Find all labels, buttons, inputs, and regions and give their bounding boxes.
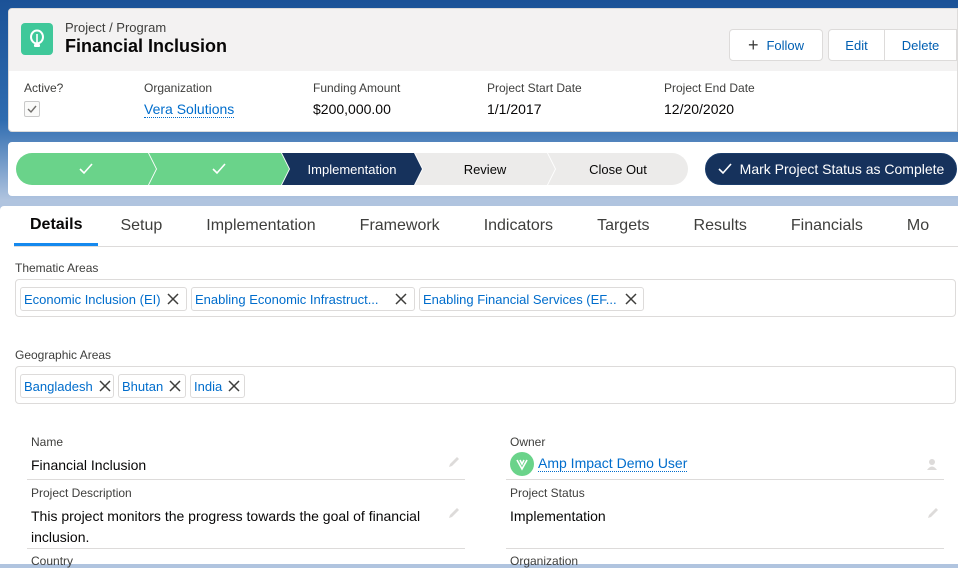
field-divider (27, 479, 465, 480)
highlight-organization: Organization Vera Solutions (144, 81, 235, 118)
active-label: Active? (24, 81, 64, 95)
funding-value: $200,000.00 (313, 101, 391, 117)
plus-icon: + (747, 35, 759, 55)
follow-button[interactable]: + Follow (729, 29, 823, 61)
breadcrumb: Project / Program (65, 20, 167, 35)
pencil-icon[interactable] (447, 506, 461, 525)
geographic-pill[interactable]: Bangladesh (20, 374, 114, 398)
pencil-icon[interactable] (926, 506, 940, 525)
thematic-pill[interactable]: Enabling Economic Infrastruct... (191, 287, 415, 311)
pill-label: Enabling Economic Infrastruct... (195, 291, 379, 307)
owner-link[interactable]: Amp Impact Demo User (538, 454, 688, 472)
geographic-pill[interactable]: Bhutan (118, 374, 186, 398)
owner-field: Owner Amp Impact Demo User (506, 435, 944, 480)
project-description-field: Project Description This project monitor… (27, 486, 465, 549)
active-checkbox (24, 101, 40, 117)
page-title: Financial Inclusion (65, 36, 228, 56)
tab-targets[interactable]: Targets (575, 206, 671, 246)
tab-more[interactable]: Mo (885, 206, 951, 246)
edit-button[interactable]: Edit (828, 29, 885, 61)
end-date-label: Project End Date (664, 81, 755, 95)
remove-icon[interactable] (167, 293, 179, 305)
country-field: Country (31, 554, 465, 568)
path-stage-2[interactable] (149, 153, 289, 185)
highlight-start-date: Project Start Date 1/1/2017 (487, 81, 582, 117)
tab-financials[interactable]: Financials (769, 206, 885, 246)
highlight-end-date: Project End Date 12/20/2020 (664, 81, 755, 117)
highlight-active: Active? (24, 81, 63, 117)
check-icon (718, 163, 732, 175)
pill-label: Bhutan (122, 378, 164, 394)
geographic-pill[interactable]: India (190, 374, 245, 398)
tab-setup[interactable]: Setup (98, 206, 184, 246)
pill-label: India (194, 378, 223, 394)
check-icon (79, 163, 93, 175)
path-stage-review[interactable]: Review (415, 153, 555, 185)
country-label: Country (31, 554, 74, 568)
path-stage-1[interactable] (16, 153, 156, 185)
project-description-value: This project monitors the progress towar… (31, 508, 421, 545)
name-value: Financial Inclusion (31, 457, 147, 473)
tab-results[interactable]: Results (672, 206, 769, 246)
pill-label: Bangladesh (24, 378, 93, 394)
mark-complete-label: Mark Project Status as Complete (739, 161, 945, 177)
thematic-areas-label: Thematic Areas (15, 261, 99, 275)
avatar (510, 452, 534, 476)
end-date-value: 12/20/2020 (664, 101, 735, 117)
name-field: Name Financial Inclusion (27, 435, 465, 480)
record-tabs: Details Setup Implementation Framework I… (14, 206, 958, 247)
highlight-funding: Funding Amount $200,000.00 (313, 81, 400, 117)
organization-field: Organization (510, 554, 944, 568)
record-header: Project / Program Financial Inclusion + … (8, 8, 958, 132)
owner-label: Owner (510, 435, 546, 449)
pencil-icon[interactable] (447, 455, 461, 474)
field-divider (506, 548, 944, 549)
tab-details[interactable]: Details (14, 206, 99, 246)
pill-label: Enabling Financial Services (EF... (423, 291, 617, 307)
details-card: Details Setup Implementation Framework I… (0, 206, 958, 568)
change-owner-icon[interactable] (926, 457, 940, 476)
tab-indicators[interactable]: Indicators (462, 206, 575, 246)
organization-link[interactable]: Vera Solutions (144, 101, 235, 118)
thematic-pill[interactable]: Economic Inclusion (EI) (20, 287, 187, 311)
delete-button[interactable]: Delete (885, 29, 957, 61)
thematic-pill[interactable]: Enabling Financial Services (EF... (419, 287, 644, 311)
organization-field-label: Organization (510, 554, 579, 568)
remove-icon[interactable] (395, 293, 407, 305)
thematic-areas-field[interactable]: Economic Inclusion (EI) Enabling Economi… (15, 279, 956, 317)
project-status-field: Project Status Implementation (506, 486, 944, 549)
geographic-areas-label: Geographic Areas (15, 348, 112, 362)
mark-complete-button[interactable]: Mark Project Status as Complete (705, 153, 957, 185)
path-stage-implementation[interactable]: Implementation (282, 153, 422, 185)
tab-framework[interactable]: Framework (338, 206, 462, 246)
start-date-label: Project Start Date (487, 81, 582, 95)
pill-label: Economic Inclusion (EI) (24, 291, 161, 307)
lightbulb-icon (21, 23, 53, 55)
remove-icon[interactable] (169, 380, 181, 392)
status-path-card: Implementation Review Close Out Mark Pro… (8, 142, 958, 196)
header-actions: + Follow Edit Delete (729, 29, 957, 61)
field-divider (506, 479, 944, 480)
funding-label: Funding Amount (313, 81, 401, 95)
project-status-label: Project Status (510, 486, 585, 500)
organization-label: Organization (144, 81, 213, 95)
follow-label: Follow (766, 37, 805, 53)
remove-icon[interactable] (99, 380, 111, 392)
check-icon (212, 163, 226, 175)
geographic-areas-field[interactable]: Bangladesh Bhutan India (15, 366, 956, 404)
field-divider (27, 548, 465, 549)
project-description-label: Project Description (31, 486, 132, 500)
tab-implementation[interactable]: Implementation (184, 206, 337, 246)
project-status-value: Implementation (510, 508, 606, 524)
name-label: Name (31, 435, 64, 449)
remove-icon[interactable] (228, 380, 240, 392)
start-date-value: 1/1/2017 (487, 101, 542, 117)
path-stage-close-out[interactable]: Close Out (548, 153, 688, 185)
remove-icon[interactable] (625, 293, 637, 305)
